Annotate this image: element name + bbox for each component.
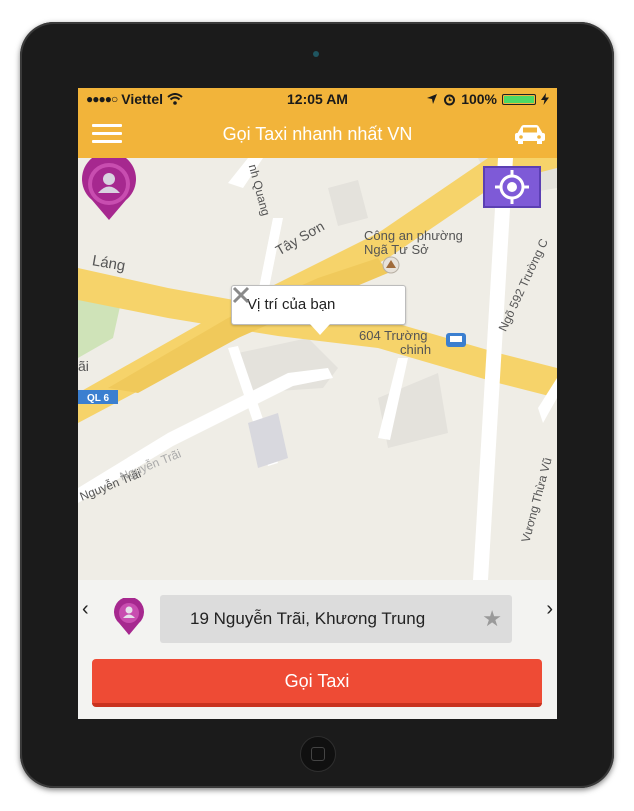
close-icon[interactable]: [232, 286, 250, 304]
location-arrow-icon: [427, 94, 438, 104]
address-panel: ‹ 19 Nguyễn Trãi, Khương Trung ★ › Gọi T…: [78, 580, 557, 719]
call-taxi-button[interactable]: Gọi Taxi: [92, 659, 542, 707]
battery-icon: [502, 93, 536, 105]
map-label-cong-an-1: Công an phường: [364, 228, 463, 243]
map-view[interactable]: QL 6 Láng Tây Sơn nh Quang Công an phườn…: [78, 158, 557, 580]
address-input[interactable]: 19 Nguyễn Trãi, Khương Trung ★: [160, 595, 512, 643]
status-bar: ●●●●○ Viettel 12:05 AM 100%: [78, 88, 557, 110]
map-label-edge: ãi: [78, 358, 89, 374]
car-icon[interactable]: [513, 122, 547, 146]
ql6-label: QL 6: [87, 393, 109, 404]
locate-me-button[interactable]: [483, 166, 541, 208]
charging-bolt-icon: [541, 93, 549, 105]
callout-text: Vị trí của bạn: [247, 296, 336, 313]
chevron-right-icon[interactable]: ›: [533, 598, 553, 620]
battery-fill: [504, 95, 534, 103]
crosshair-locate-icon: [495, 170, 529, 204]
alarm-clock-icon: [444, 94, 456, 105]
app-screen: ●●●●○ Viettel 12:05 AM 100% Gọi Taxi nha…: [78, 88, 557, 719]
chevron-left-icon[interactable]: ‹: [82, 598, 102, 620]
map-label-truong-chinh-1: 604 Trường: [359, 328, 428, 343]
map-label-cong-an-2: Ngã Tư Sở: [364, 242, 429, 257]
address-pin-icon: [114, 598, 144, 635]
user-location-pin-icon[interactable]: [78, 158, 140, 222]
home-button[interactable]: [300, 736, 336, 772]
address-text: 19 Nguyễn Trãi, Khương Trung: [190, 609, 426, 628]
battery-percent: 100%: [461, 91, 497, 107]
status-right: 100%: [426, 91, 549, 107]
location-callout[interactable]: Vị trí của bạn: [231, 285, 406, 335]
app-header: Gọi Taxi nhanh nhất VN: [78, 110, 557, 158]
front-camera: [313, 51, 319, 57]
star-icon[interactable]: ★: [482, 606, 502, 632]
page-title: Gọi Taxi nhanh nhất VN: [222, 124, 413, 144]
map-label-truong-chinh-2: chinh: [400, 342, 432, 357]
